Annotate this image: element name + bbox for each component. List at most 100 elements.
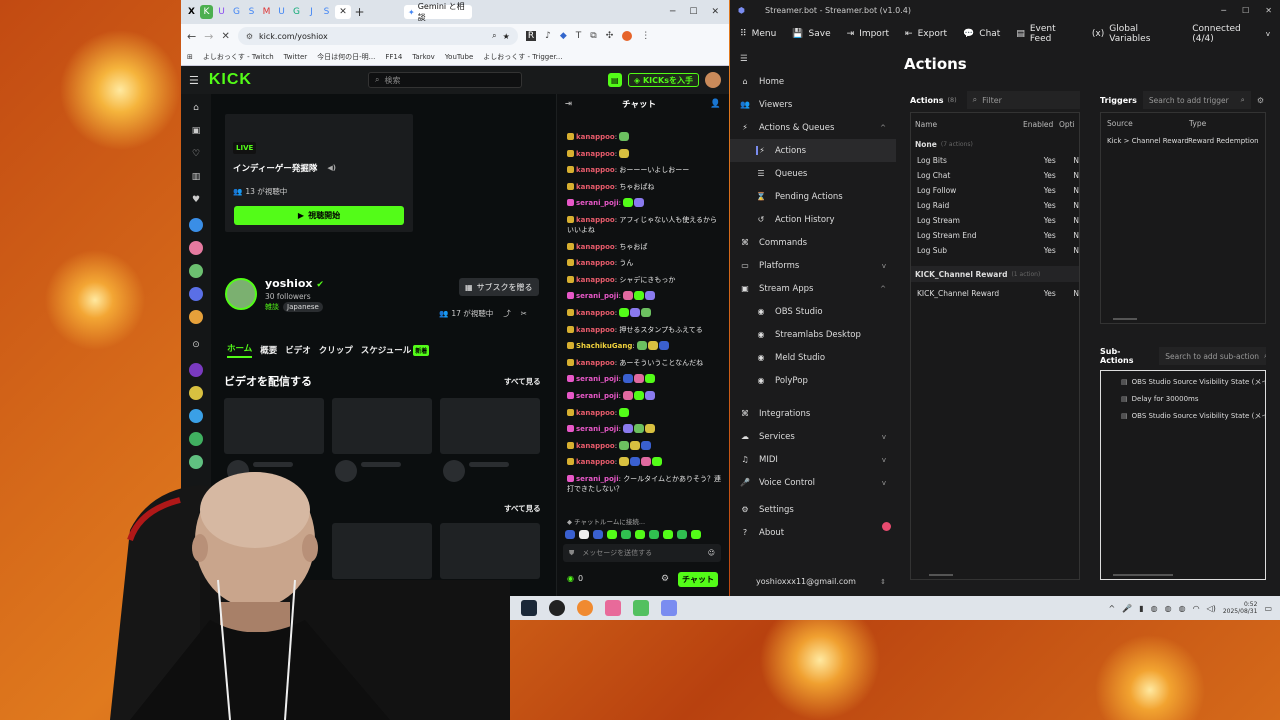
chat-emote-icon[interactable]	[630, 307, 641, 317]
extension-icon-5[interactable]: ⧉	[590, 31, 596, 41]
extension-icon-1[interactable]: R	[525, 31, 537, 41]
user-avatar[interactable]	[705, 72, 721, 88]
chat-message[interactable]: kanappoo:	[557, 407, 729, 418]
channel-avatar-8[interactable]	[189, 409, 203, 423]
nav-item-commands[interactable]: ⌘ Commands	[730, 231, 896, 254]
close-icon[interactable]: ✕	[339, 7, 347, 17]
window-close-icon[interactable]: ✕	[711, 7, 719, 17]
chat-emote-icon[interactable]	[634, 291, 645, 301]
col-options[interactable]: Opti	[1059, 120, 1075, 129]
action-row[interactable]: KICK_Channel Reward Yes N	[911, 286, 1079, 301]
channel-avatar[interactable]	[225, 278, 257, 310]
emote-9[interactable]	[677, 530, 687, 539]
kick-logo[interactable]: KICK	[209, 71, 252, 89]
account-row[interactable]: yoshioxxx11@gmail.com ⇕	[730, 570, 896, 593]
sidebar-toggle-icon[interactable]: ☰	[740, 54, 748, 64]
actions-filter-input[interactable]: ⌕ Filter	[966, 91, 1080, 109]
tab-x[interactable]: X	[185, 5, 198, 19]
chat-username[interactable]: serani_poji	[576, 475, 619, 483]
tab-purple[interactable]: U	[215, 5, 228, 19]
tray-chevron-icon[interactable]: ^	[1109, 604, 1116, 613]
chat-message[interactable]: kanappoo: あーそういうことなんだね	[557, 358, 729, 368]
action-row[interactable]: Log Bits Yes N	[911, 153, 1079, 168]
tab-s1[interactable]: S	[245, 5, 258, 19]
import-button[interactable]: ⇥ Import	[847, 29, 889, 39]
steam-taskbar-icon[interactable]	[521, 600, 537, 616]
chat-input[interactable]: ⛊ メッセージを送信する ☺	[563, 544, 721, 562]
global-variables-button[interactable]: (x) Global Variables	[1092, 24, 1176, 44]
chat-emote-icon[interactable]	[647, 341, 658, 351]
channel-avatar-5[interactable]	[189, 310, 203, 324]
clock[interactable]: 0:52 2025/08/31	[1223, 601, 1258, 615]
chat-emote-icon[interactable]	[641, 307, 652, 317]
chat-message[interactable]: serani_poji:	[557, 390, 729, 401]
chat-emote-icon[interactable]	[634, 198, 645, 208]
chat-message[interactable]: kanappoo:	[557, 457, 729, 467]
pink-app-taskbar-icon[interactable]	[605, 600, 621, 616]
v-app-taskbar-icon[interactable]	[633, 600, 649, 616]
chat-send-button[interactable]: チャット	[678, 572, 718, 587]
connection-status[interactable]: Connected (4/4) v	[1192, 24, 1270, 44]
event-feed-button[interactable]: ▤ Event Feed	[1016, 24, 1076, 44]
trigger-row[interactable]: Kick > Channel Reward Reward Redemption	[1101, 133, 1265, 148]
chat-message[interactable]: kanappoo: おーーーいよしおーー	[557, 165, 729, 175]
chat-message[interactable]: kanappoo:	[557, 307, 729, 318]
nav-item-actions[interactable]: ⚡ Actions	[730, 139, 896, 162]
creator-icon[interactable]: ▤	[607, 73, 622, 87]
nav-item-integrations[interactable]: ⌘ Integrations	[730, 402, 896, 425]
channel-avatar-9[interactable]	[189, 432, 203, 446]
chat-emote-icon[interactable]	[630, 440, 641, 450]
chat-username[interactable]: kanappoo	[576, 309, 615, 317]
chat-emote-icon[interactable]	[634, 374, 645, 384]
network-icon[interactable]: ▮	[1139, 604, 1143, 613]
stop-icon[interactable]: ✕	[221, 31, 229, 42]
store-icon[interactable]: ▥	[189, 172, 203, 186]
col-enabled[interactable]: Enabled	[1023, 120, 1059, 129]
tab-j[interactable]: J	[305, 5, 318, 19]
chat-message[interactable]: serani_poji:	[557, 424, 729, 434]
bookmark-2[interactable]: 今日は何の日-明...	[317, 52, 375, 62]
chat-emote-icon[interactable]	[619, 307, 630, 317]
address-bar[interactable]: ⚙ kick.com/yoshiox ⌕ ★	[237, 27, 518, 45]
subaction-search-input[interactable]: Search to add sub-action ⌕	[1159, 347, 1266, 365]
chat-emote-icon[interactable]	[619, 132, 630, 141]
action-row[interactable]: Log Chat Yes N	[911, 168, 1079, 183]
subscribe-gift-button[interactable]: ▦ サブスクを贈る	[459, 278, 539, 296]
subaction-row[interactable]: ▤ OBS Studio Source Visibility State (メイン	[1101, 407, 1265, 424]
mic-icon[interactable]: 🎤	[1122, 604, 1132, 613]
channel-avatar-6[interactable]	[189, 363, 203, 377]
nav-item-home[interactable]: ⌂ Home	[730, 70, 896, 93]
bookmark-3[interactable]: FF14	[385, 53, 402, 61]
video-placeholder-1[interactable]	[224, 398, 324, 454]
volume-icon[interactable]: ◁)	[1207, 604, 1216, 613]
wifi-icon[interactable]: ◠	[1193, 604, 1200, 613]
chat-username[interactable]: kanappoo	[576, 359, 615, 367]
subactions-scrollbar[interactable]	[1113, 574, 1173, 576]
chat-message[interactable]: serani_poji: クールタイムとかありそう？連打できたしない？	[557, 474, 729, 494]
points-icon[interactable]: ◉	[567, 574, 574, 583]
chat-username[interactable]: serani_poji	[576, 425, 619, 433]
compass-icon[interactable]: ⊙	[189, 340, 203, 354]
browse-icon[interactable]: ▣	[189, 126, 203, 140]
hamburger-icon[interactable]: ☰	[189, 74, 199, 87]
window-close-icon[interactable]: ✕	[1265, 6, 1272, 15]
channel-avatar-2[interactable]	[189, 241, 203, 255]
nav-item-pending-actions[interactable]: ⌛ Pending Actions	[730, 185, 896, 208]
menu-button[interactable]: ⠿ Menu	[740, 29, 776, 39]
chat-username[interactable]: kanappoo	[576, 326, 615, 334]
channel-avatar-4[interactable]	[189, 287, 203, 301]
chat-emote-icon[interactable]	[619, 148, 630, 158]
category-link[interactable]: 雑談	[265, 302, 279, 312]
chat-username[interactable]: serani_poji	[576, 292, 619, 300]
chat-emote-icon[interactable]	[634, 390, 645, 400]
bookmark-0[interactable]: よしおっくす - Twitch	[203, 52, 274, 62]
chat-message[interactable]: kanappoo: ちゃおぱ	[557, 242, 729, 252]
nav-item-queues[interactable]: ☰ Queues	[730, 162, 896, 185]
emote-4[interactable]	[607, 530, 617, 539]
col-source[interactable]: Source	[1107, 119, 1189, 128]
chat-emote-icon[interactable]	[645, 291, 656, 301]
nav-item-actions-queues[interactable]: ⚡ Actions & Queues ^	[730, 116, 896, 139]
chat-emote-icon[interactable]	[623, 291, 634, 301]
save-button[interactable]: 💾 Save	[792, 29, 830, 39]
nav-item-obs-studio[interactable]: ◉ OBS Studio	[730, 300, 896, 323]
